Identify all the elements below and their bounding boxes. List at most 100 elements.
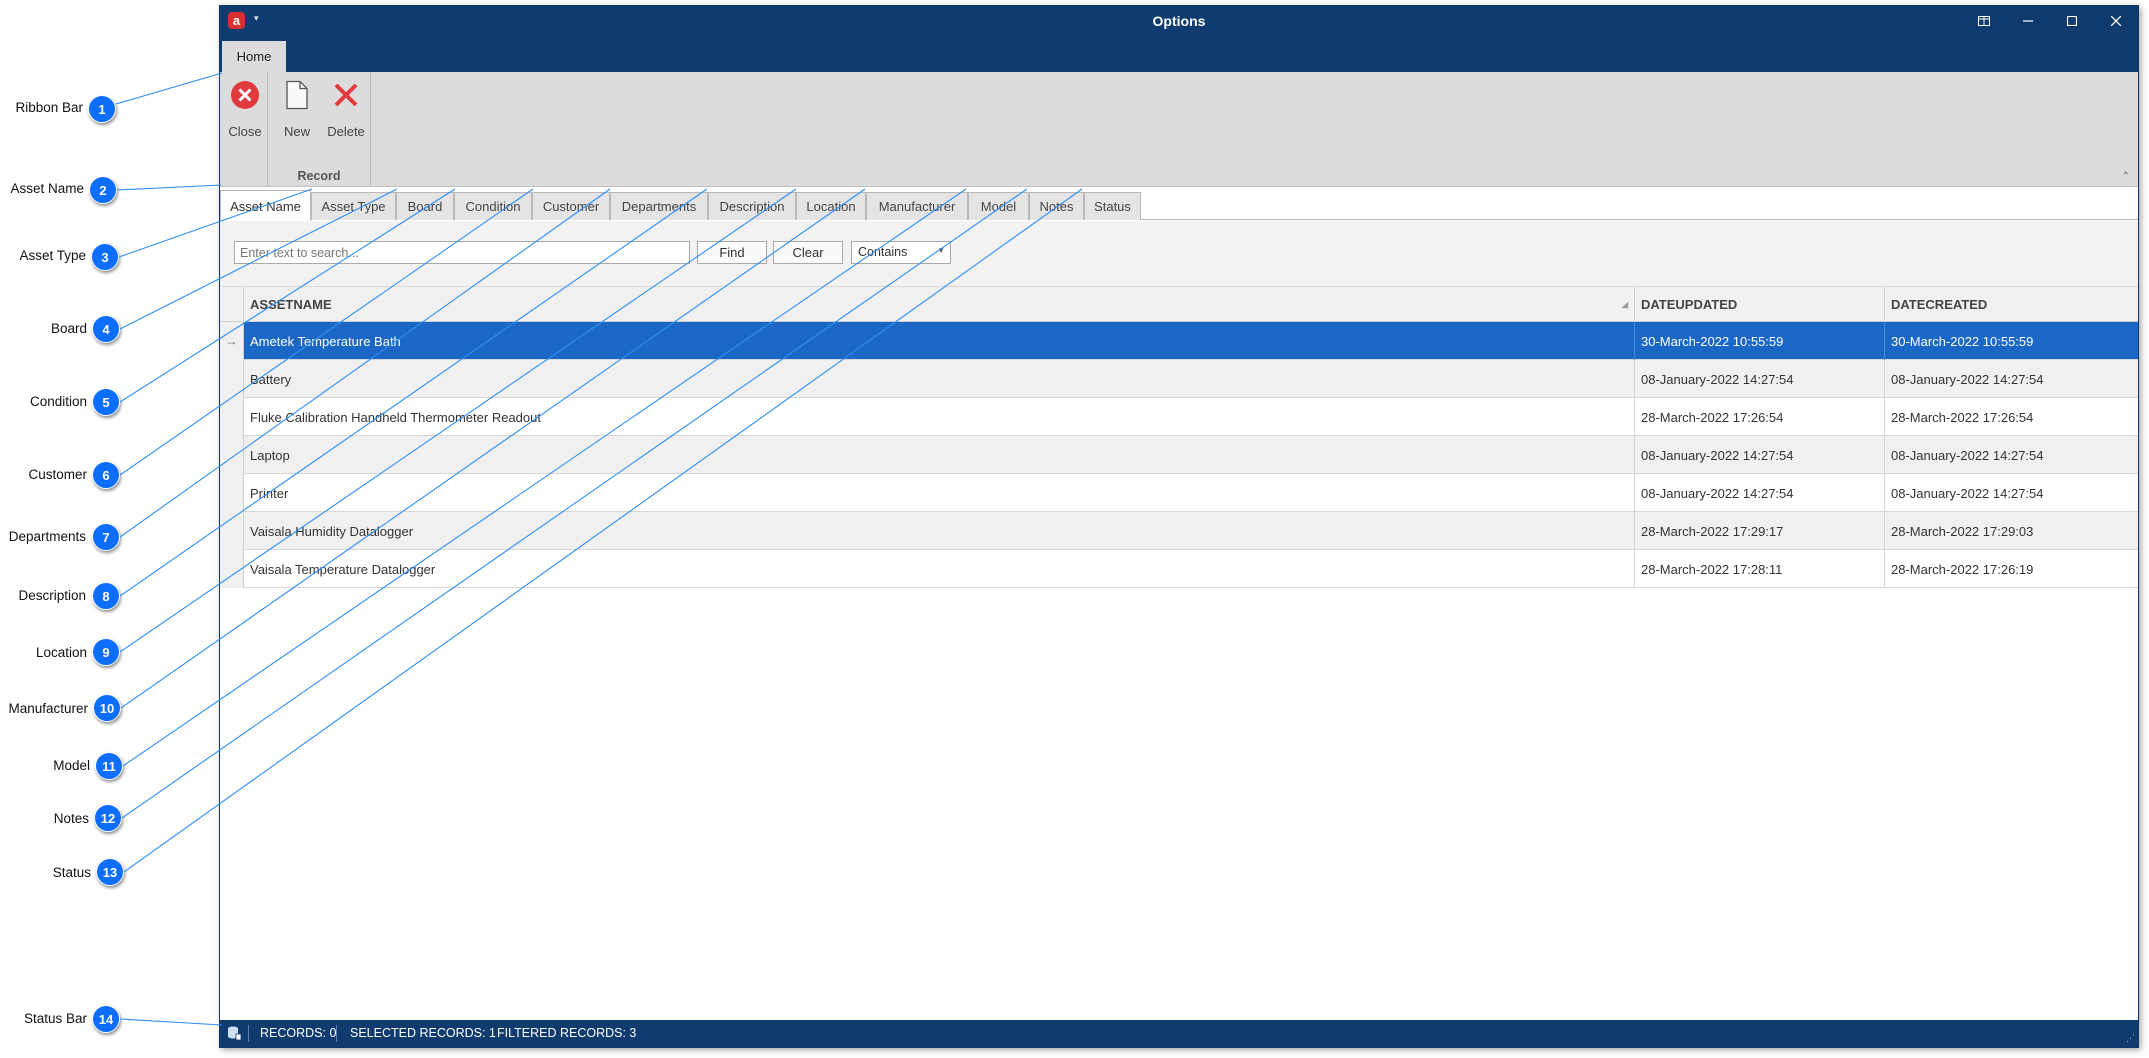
ribbon-tab-home[interactable]: Home	[222, 41, 286, 72]
tab-board[interactable]: Board	[396, 192, 454, 220]
callout-badge-11: 11	[95, 752, 123, 780]
cell-datecreated[interactable]: 28-March-2022 17:29:03	[1885, 512, 2138, 550]
row-indicator	[220, 360, 244, 398]
find-button[interactable]: Find	[697, 241, 767, 264]
row-indicator	[220, 398, 244, 436]
callout-label-description: Description	[18, 588, 86, 603]
title-bar: a ▾ Options	[220, 6, 2138, 36]
callout-badge-12: 12	[94, 804, 122, 832]
tab-model[interactable]: Model	[968, 192, 1029, 220]
cell-assetname[interactable]: Battery	[244, 360, 1635, 398]
cell-assetname[interactable]: Vaisala Humidity Datalogger	[244, 512, 1635, 550]
new-document-icon	[286, 80, 308, 110]
callout-label-asset-type: Asset Type	[19, 248, 86, 263]
tab-asset-type[interactable]: Asset Type	[311, 192, 396, 220]
tab-customer[interactable]: Customer	[532, 192, 610, 220]
row-indicator	[220, 474, 244, 512]
close-window-button[interactable]	[2094, 6, 2138, 36]
minimize-button[interactable]	[2006, 6, 2050, 36]
ribbon-group-record: New Delete Record	[268, 72, 371, 187]
connector-14	[119, 1018, 223, 1026]
resize-grip-icon[interactable]: ⋰	[2126, 1033, 2135, 1044]
cell-datecreated[interactable]: 08-January-2022 14:27:54	[1885, 436, 2138, 474]
cell-dateupdated[interactable]: 08-January-2022 14:27:54	[1635, 436, 1885, 474]
callout-badge-3: 3	[91, 243, 119, 271]
grid-header: ASSETNAME ◢ DATEUPDATED DATECREATED	[220, 287, 2138, 322]
table-row[interactable]: Laptop 08-January-2022 14:27:54 08-Janua…	[220, 436, 2138, 474]
ribbon-bar: Close New Delete Record ⌃	[220, 72, 2138, 187]
annotated-screenshot: Ribbon Bar 1 Asset Name 2 Asset Type 3 B…	[0, 0, 2149, 1058]
maximize-button[interactable]	[2050, 6, 2094, 36]
cell-datecreated[interactable]: 08-January-2022 14:27:54	[1885, 360, 2138, 398]
delete-button[interactable]: Delete	[321, 78, 371, 148]
maximize-icon	[2067, 16, 2077, 26]
cell-datecreated[interactable]: 30-March-2022 10:55:59	[1885, 322, 2138, 360]
tab-manufacturer[interactable]: Manufacturer	[866, 192, 968, 220]
cell-datecreated[interactable]: 08-January-2022 14:27:54	[1885, 474, 2138, 512]
search-panel: Find Clear Contains ▼	[220, 221, 2138, 287]
status-selected-records: SELECTED RECORDS: 1	[350, 1026, 496, 1040]
restore-layout-button[interactable]	[1962, 6, 2006, 36]
cell-assetname[interactable]: Fluke Calibration Handheld Thermometer R…	[244, 398, 1635, 436]
table-row[interactable]: Vaisala Humidity Datalogger 28-March-202…	[220, 512, 2138, 550]
match-mode-select[interactable]: Contains ▼	[851, 241, 951, 264]
cell-dateupdated[interactable]: 08-January-2022 14:27:54	[1635, 474, 1885, 512]
callout-badge-6: 6	[92, 461, 120, 489]
cell-assetname[interactable]: Ametek Temperature Bath	[244, 322, 1635, 360]
tab-location[interactable]: Location	[796, 192, 866, 220]
callout-badge-9: 9	[92, 638, 120, 666]
callout-label-status-bar: Status Bar	[23, 1011, 87, 1026]
connector-1	[115, 72, 223, 105]
callout-label-location: Location	[35, 645, 87, 660]
cell-dateupdated[interactable]: 28-March-2022 17:26:54	[1635, 398, 1885, 436]
cell-assetname[interactable]: Laptop	[244, 436, 1635, 474]
cell-datecreated[interactable]: 28-March-2022 17:26:19	[1885, 550, 2138, 588]
ribbon-tab-strip: Home	[220, 36, 2138, 72]
entity-tab-strip: Asset Name Asset Type Board Condition Cu…	[220, 188, 2138, 221]
callout-badge-8: 8	[92, 582, 120, 610]
table-row[interactable]: Vaisala Temperature Datalogger 28-March-…	[220, 550, 2138, 588]
clear-button[interactable]: Clear	[773, 241, 843, 264]
search-input[interactable]	[234, 241, 690, 264]
tab-departments[interactable]: Departments	[610, 192, 708, 220]
table-row[interactable]: Fluke Calibration Handheld Thermometer R…	[220, 398, 2138, 436]
row-indicator	[220, 436, 244, 474]
cell-dateupdated[interactable]: 28-March-2022 17:29:17	[1635, 512, 1885, 550]
new-button[interactable]: New	[272, 78, 322, 148]
new-button-label: New	[283, 124, 310, 139]
callout-badge-14: 14	[92, 1005, 120, 1033]
tab-status[interactable]: Status	[1084, 192, 1141, 220]
column-header-assetname[interactable]: ASSETNAME ◢	[244, 287, 1635, 322]
callout-label-customer: Customer	[28, 467, 87, 482]
callout-label-manufacturer: Manufacturer	[8, 701, 88, 716]
table-row[interactable]: → Ametek Temperature Bath 30-March-2022 …	[220, 322, 2138, 360]
tab-description[interactable]: Description	[708, 192, 796, 220]
status-separator	[248, 1025, 249, 1042]
callout-badge-5: 5	[92, 388, 120, 416]
ribbon-group-caption: Record	[297, 169, 341, 183]
table-row[interactable]: Battery 08-January-2022 14:27:54 08-Janu…	[220, 360, 2138, 398]
cell-dateupdated[interactable]: 28-March-2022 17:28:11	[1635, 550, 1885, 588]
column-header-datecreated[interactable]: DATECREATED	[1885, 287, 2138, 322]
table-row[interactable]: Printer 08-January-2022 14:27:54 08-Janu…	[220, 474, 2138, 512]
column-header-dateupdated[interactable]: DATEUPDATED	[1635, 287, 1885, 322]
cell-datecreated[interactable]: 28-March-2022 17:26:54	[1885, 398, 2138, 436]
options-window: a ▾ Options Home Close New Delete Record…	[219, 5, 2139, 1048]
tab-asset-name[interactable]: Asset Name	[220, 190, 311, 221]
ribbon-group-close: Close	[220, 72, 268, 187]
cell-dateupdated[interactable]: 08-January-2022 14:27:54	[1635, 360, 1885, 398]
status-filtered-records: FILTERED RECORDS: 3	[497, 1026, 637, 1040]
tab-condition[interactable]: Condition	[454, 192, 532, 220]
tab-notes[interactable]: Notes	[1029, 192, 1084, 220]
cell-assetname[interactable]: Printer	[244, 474, 1635, 512]
status-records: RECORDS: 0	[260, 1026, 337, 1040]
layout-icon	[1978, 16, 1990, 26]
collapse-ribbon-icon[interactable]: ⌃	[2122, 171, 2130, 182]
callout-label-departments: Departments	[8, 529, 86, 544]
cell-dateupdated[interactable]: 30-March-2022 10:55:59	[1635, 322, 1885, 360]
cell-assetname[interactable]: Vaisala Temperature Datalogger	[244, 550, 1635, 588]
close-button[interactable]: Close	[220, 78, 270, 148]
callout-badge-13: 13	[96, 858, 124, 886]
callout-label-ribbon-bar: Ribbon Bar	[15, 100, 83, 115]
close-circle-icon	[231, 81, 259, 109]
